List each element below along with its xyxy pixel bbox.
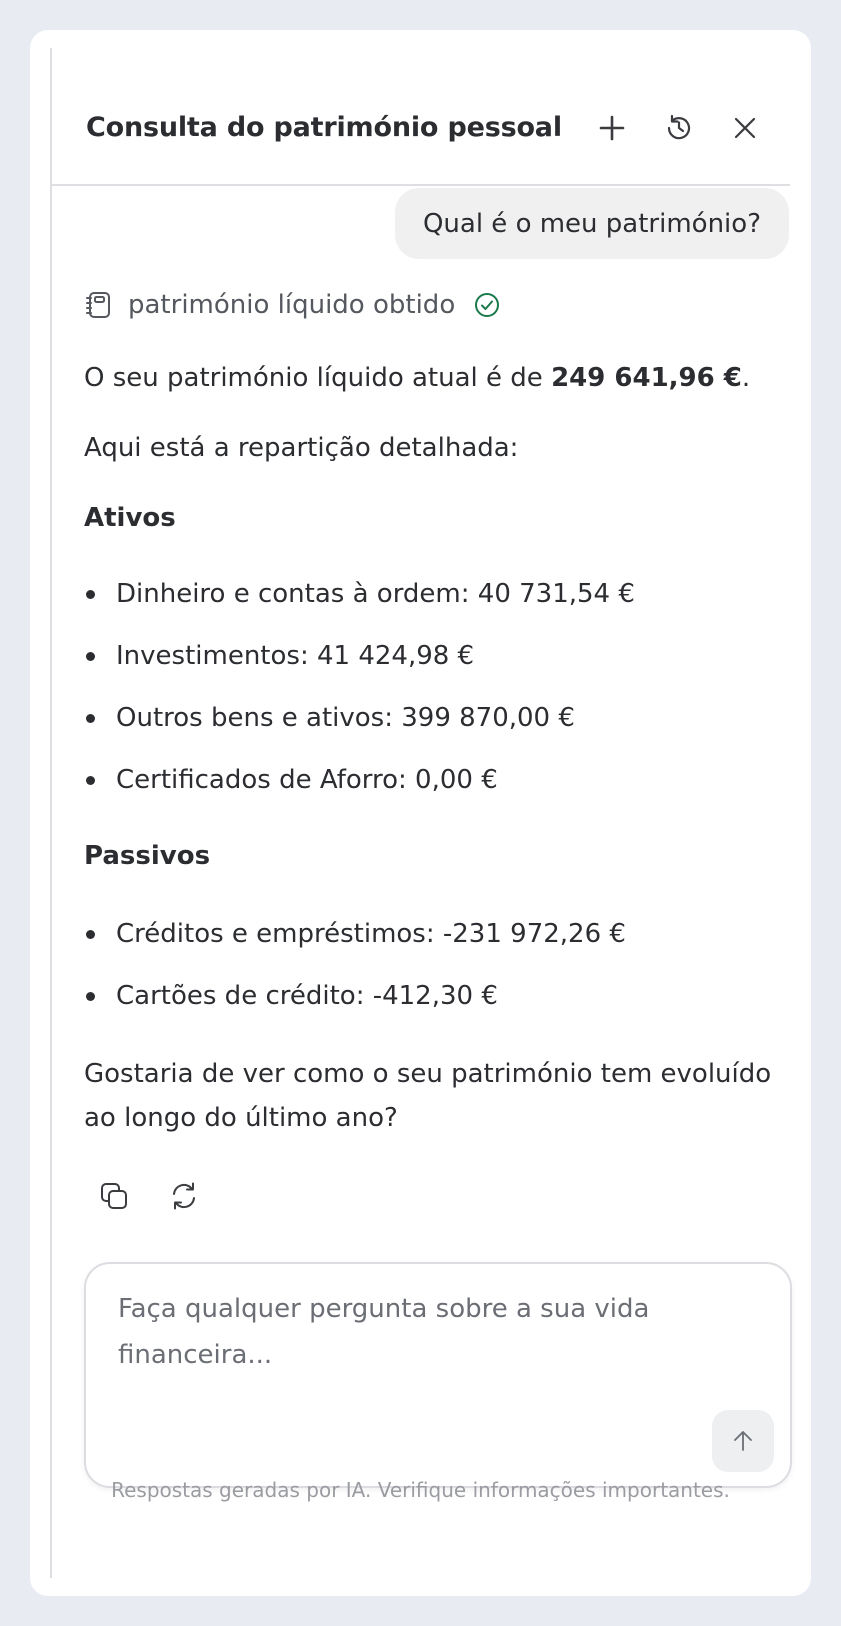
list-item: Créditos e empréstimos: -231 972,26 €	[84, 912, 626, 974]
close-icon	[734, 117, 756, 139]
message-composer[interactable]: Faça qualquer pergunta sobre a sua vida …	[84, 1262, 792, 1488]
liabilities-heading: Passivos	[84, 841, 211, 871]
list-item: Outros bens e ativos: 399 870,00 €	[84, 696, 635, 758]
net-worth-summary: O seu património líquido atual é de 249 …	[84, 356, 750, 400]
notebook-icon	[86, 292, 110, 318]
user-message-bubble: Qual é o meu património?	[394, 188, 789, 259]
history-button[interactable]	[659, 108, 699, 148]
panel-divider-line	[50, 48, 52, 1578]
follow-up-question: Gostaria de ver como o seu património te…	[84, 1059, 772, 1133]
summary-prefix: O seu património líquido atual é de	[84, 363, 552, 393]
plus-icon	[599, 115, 625, 141]
ai-disclaimer: Respostas geradas por IA. Verifique info…	[111, 1478, 730, 1502]
send-button[interactable]	[712, 1410, 774, 1472]
history-icon	[667, 114, 691, 140]
copy-button[interactable]	[96, 1178, 132, 1214]
chat-title: Consulta do património pessoal	[86, 112, 562, 143]
chat-header: Consulta do património pessoal	[52, 48, 790, 186]
tool-status: património líquido obtido	[84, 290, 501, 320]
user-message-text: Qual é o meu património?	[422, 208, 761, 239]
arrow-up-icon	[734, 1431, 752, 1451]
tool-status-label: património líquido obtido	[128, 290, 456, 320]
liabilities-list: Créditos e empréstimos: -231 972,26 € Ca…	[84, 912, 626, 1036]
assets-heading: Ativos	[84, 503, 176, 533]
list-item: Dinheiro e contas à ordem: 40 731,54 €	[84, 572, 635, 634]
close-button[interactable]	[725, 108, 765, 148]
list-item: Cartões de crédito: -412,30 €	[84, 974, 626, 1036]
message-input-placeholder[interactable]: Faça qualquer pergunta sobre a sua vida …	[118, 1286, 738, 1378]
net-worth-value: 249 641,96 €	[551, 363, 742, 393]
check-circle-icon	[475, 293, 500, 317]
assets-list: Dinheiro e contas à ordem: 40 731,54 € I…	[84, 572, 635, 820]
list-item: Investimentos: 41 424,98 €	[84, 634, 635, 696]
message-actions	[96, 1178, 202, 1214]
refresh-icon	[173, 1182, 195, 1210]
new-chat-button[interactable]	[592, 108, 632, 148]
chat-panel: Consulta do património pessoal Qual é o …	[30, 30, 811, 1596]
summary-suffix: .	[741, 363, 751, 393]
copy-icon	[101, 1183, 127, 1209]
list-item: Certificados de Aforro: 0,00 €	[84, 758, 635, 820]
regenerate-button[interactable]	[166, 1178, 202, 1214]
breakdown-intro: Aqui está a repartição detalhada:	[84, 433, 519, 463]
